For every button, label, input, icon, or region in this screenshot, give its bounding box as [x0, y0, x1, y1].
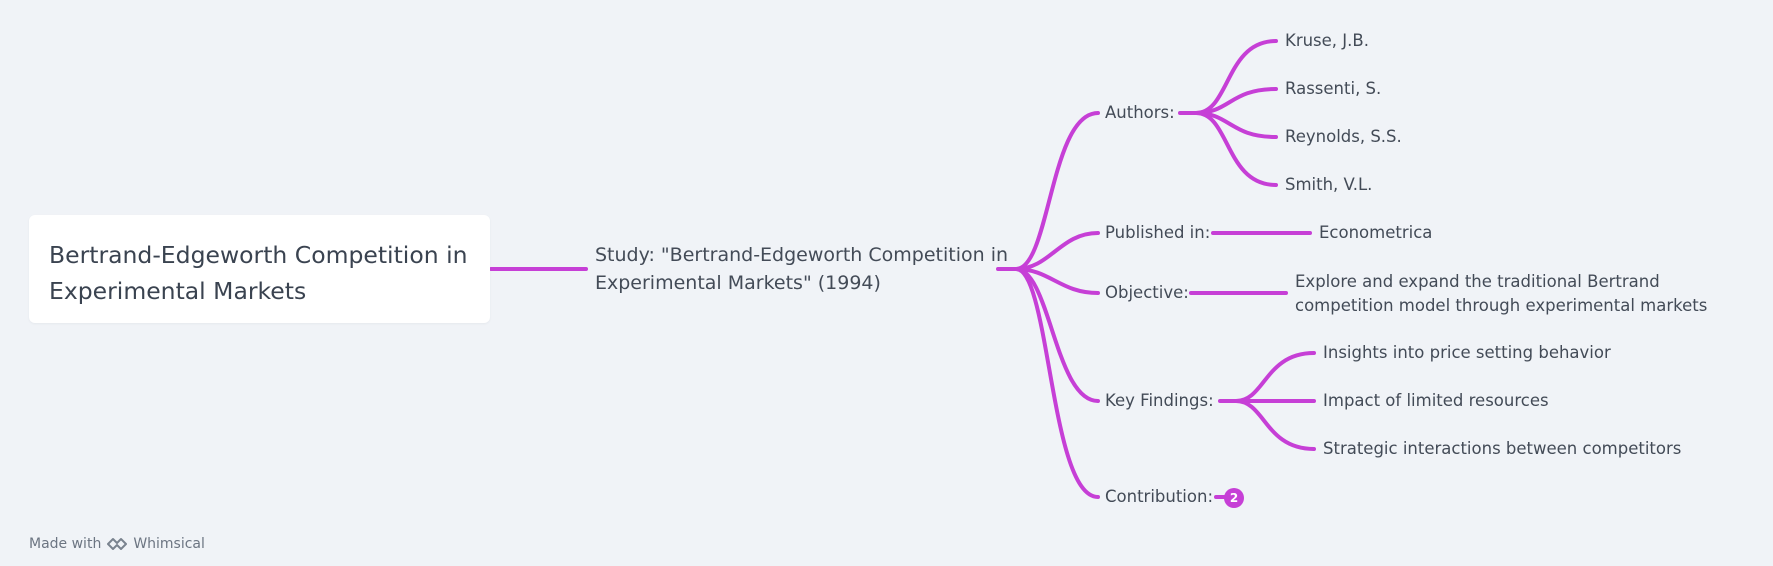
- whimsical-logo-icon: [107, 538, 128, 550]
- objective-node[interactable]: Objective:: [1105, 281, 1189, 305]
- study-node[interactable]: Study: "Bertrand-Edgeworth Competition i…: [595, 241, 1015, 297]
- brand-label: Whimsical: [133, 536, 205, 552]
- findings-node[interactable]: Key Findings:: [1105, 389, 1214, 413]
- author-item-label: Reynolds, S.S.: [1285, 127, 1402, 146]
- made-with-label: Made with: [29, 536, 102, 552]
- root-node-title: Bertrand-Edgeworth Competition in Experi…: [49, 241, 468, 305]
- collapsed-count: 2: [1229, 491, 1239, 505]
- authors-node[interactable]: Authors:: [1105, 101, 1175, 125]
- connector-author-1: [1194, 39, 1278, 115]
- findings-node-label: Key Findings:: [1105, 391, 1214, 410]
- contribution-node[interactable]: Contribution:: [1105, 485, 1213, 509]
- finding-item[interactable]: Insights into price setting behavior: [1323, 341, 1611, 365]
- root-node[interactable]: Bertrand-Edgeworth Competition in Experi…: [29, 215, 490, 323]
- published-value-node[interactable]: Econometrica: [1319, 221, 1432, 245]
- connector-study-authors: [1014, 111, 1100, 271]
- connector-study-contribution: [1014, 267, 1100, 499]
- objective-node-label: Objective:: [1105, 283, 1189, 302]
- objective-value-node[interactable]: Explore and expand the traditional Bertr…: [1295, 270, 1725, 318]
- published-value-label: Econometrica: [1319, 223, 1433, 242]
- finding-item-label: Strategic interactions between competito…: [1323, 439, 1682, 458]
- published-node[interactable]: Published in:: [1105, 221, 1210, 245]
- author-item-label: Rassenti, S.: [1285, 79, 1382, 98]
- finding-item[interactable]: Impact of limited resources: [1323, 389, 1549, 413]
- author-item[interactable]: Reynolds, S.S.: [1285, 125, 1402, 149]
- published-node-label: Published in:: [1105, 223, 1211, 242]
- objective-value-label: Explore and expand the traditional Bertr…: [1295, 272, 1708, 315]
- finding-item-label: Impact of limited resources: [1323, 391, 1549, 410]
- author-item-label: Smith, V.L.: [1285, 175, 1373, 194]
- mind-map-canvas[interactable]: Bertrand-Edgeworth Competition in Experi…: [0, 0, 1773, 566]
- made-with-whimsical[interactable]: Made with Whimsical: [29, 534, 205, 554]
- connector-study-findings: [1014, 267, 1100, 403]
- finding-item-label: Insights into price setting behavior: [1323, 343, 1611, 362]
- authors-node-label: Authors:: [1105, 103, 1175, 122]
- connector-author-4: [1194, 111, 1278, 187]
- collapsed-children-badge[interactable]: 2: [1224, 488, 1244, 508]
- connector-finding-1: [1234, 351, 1316, 403]
- author-item-label: Kruse, J.B.: [1285, 31, 1369, 50]
- study-node-label: Study: "Bertrand-Edgeworth Competition i…: [595, 244, 1009, 294]
- author-item[interactable]: Rassenti, S.: [1285, 77, 1381, 101]
- connector-finding-3: [1234, 399, 1316, 451]
- finding-item[interactable]: Strategic interactions between competito…: [1323, 437, 1681, 461]
- author-item[interactable]: Kruse, J.B.: [1285, 29, 1369, 53]
- contribution-node-label: Contribution:: [1105, 487, 1214, 506]
- author-item[interactable]: Smith, V.L.: [1285, 173, 1372, 197]
